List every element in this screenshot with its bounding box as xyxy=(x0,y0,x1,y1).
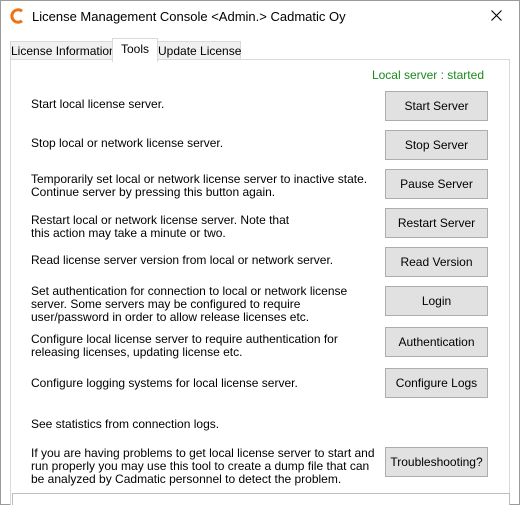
tab-license-information[interactable]: License Information xyxy=(10,41,116,61)
restart-server-description: Restart local or network license server.… xyxy=(31,213,290,240)
start-server-button[interactable]: Start Server xyxy=(385,91,488,121)
troubleshooting-button[interactable]: Troubleshooting? xyxy=(385,447,488,477)
tools-panel xyxy=(10,59,510,505)
authentication-description: Configure local license server to requir… xyxy=(31,332,338,359)
server-status: Local server : started xyxy=(371,68,484,82)
close-button[interactable] xyxy=(473,1,519,32)
configure-logs-button[interactable]: Configure Logs xyxy=(385,368,488,398)
restart-server-button[interactable]: Restart Server xyxy=(385,208,488,238)
read-version-description: Read license server version from local o… xyxy=(31,253,334,267)
statistics-description: See statistics from connection logs. xyxy=(31,417,220,431)
stop-server-button[interactable]: Stop Server xyxy=(385,130,488,160)
troubleshooting-description: If you are having problems to get local … xyxy=(31,446,375,486)
start-server-description: Start local license server. xyxy=(31,97,165,111)
read-version-button[interactable]: Read Version xyxy=(385,247,488,277)
license-console-window: License Management Console <Admin.> Cadm… xyxy=(0,0,520,505)
window-title: License Management Console <Admin.> Cadm… xyxy=(32,9,346,24)
tab-tools[interactable]: Tools xyxy=(112,38,158,62)
stop-server-description: Stop local or network license server. xyxy=(31,136,224,150)
authentication-button[interactable]: Authentication xyxy=(385,327,488,357)
login-button[interactable]: Login xyxy=(385,286,488,316)
bottom-group-box xyxy=(12,493,510,505)
pause-server-button[interactable]: Pause Server xyxy=(385,169,488,199)
tab-update-license[interactable]: Update License xyxy=(157,41,241,61)
pause-server-description: Temporarily set local or network license… xyxy=(31,172,368,199)
cadmatic-logo-icon xyxy=(9,8,25,24)
configure-logs-description: Configure logging systems for local lice… xyxy=(31,376,298,390)
title-bar: License Management Console <Admin.> Cadm… xyxy=(1,1,519,32)
login-description: Set authentication for connection to loc… xyxy=(31,284,348,324)
tab-strip: License Information Tools Update License xyxy=(1,32,519,62)
close-icon xyxy=(490,9,502,24)
